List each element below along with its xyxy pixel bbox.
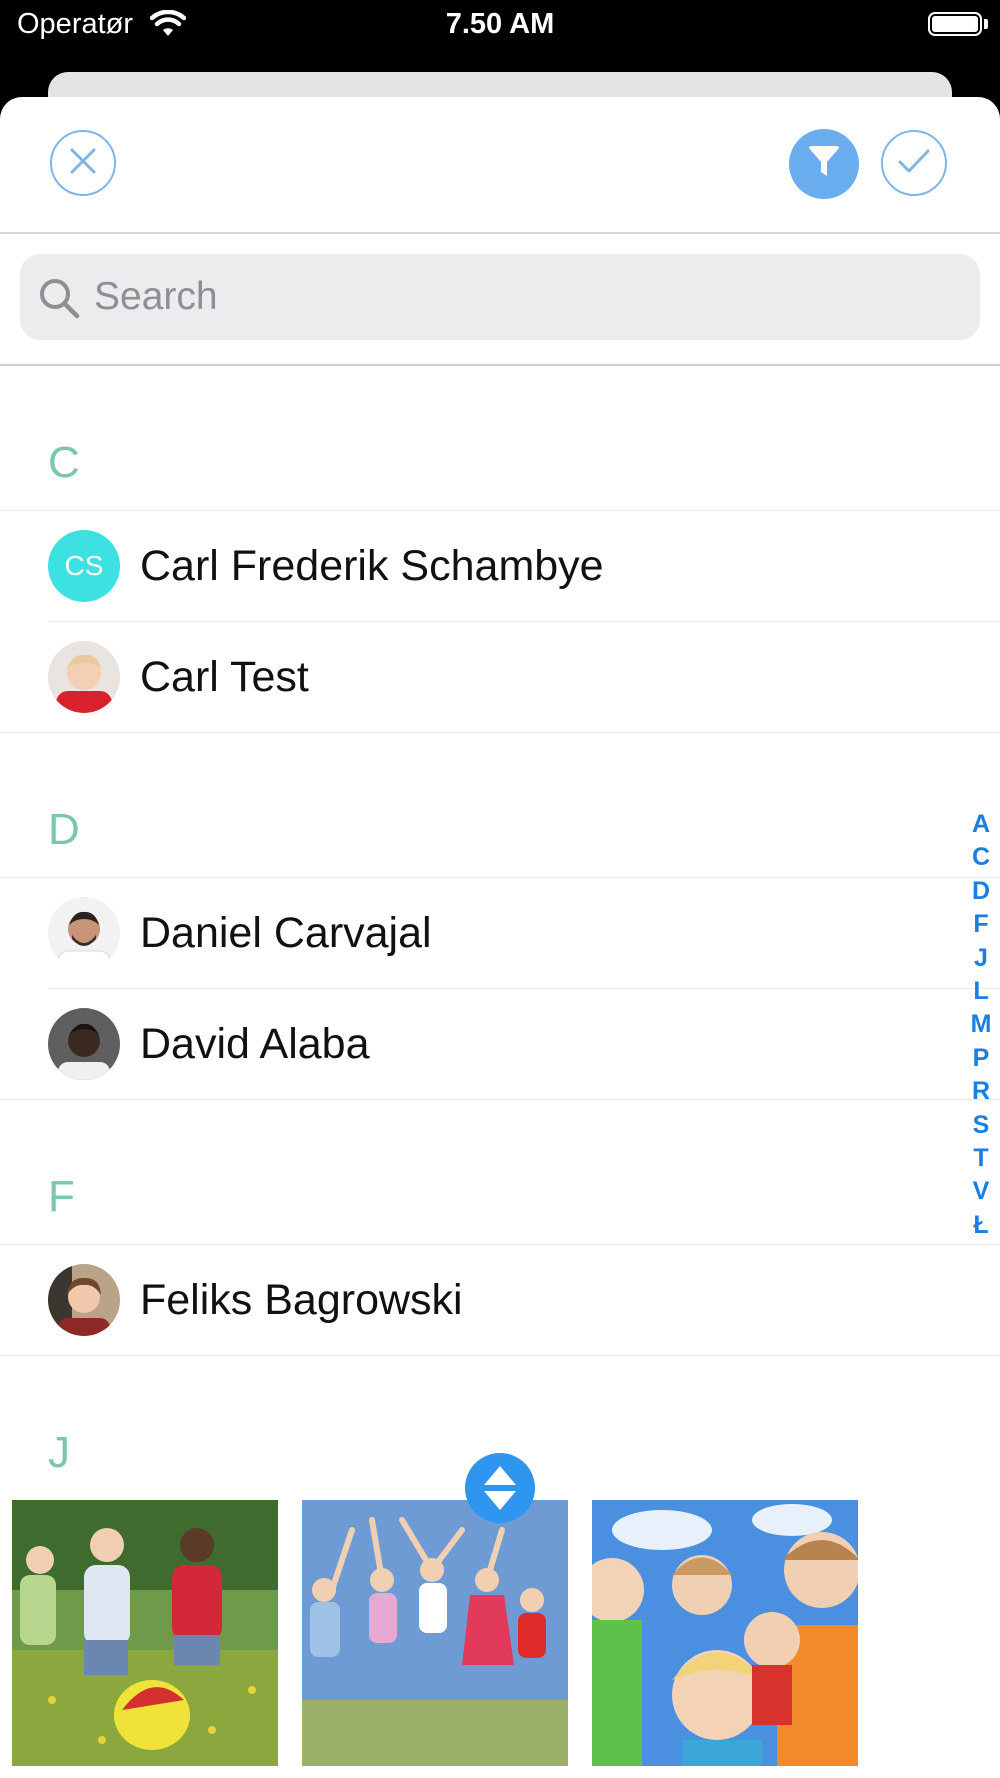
index-letter-v[interactable]: V (965, 1175, 997, 1208)
index-letter-t[interactable]: T (965, 1142, 997, 1175)
photo-thumbnail[interactable] (592, 1500, 858, 1766)
index-letter-l[interactable]: L (965, 975, 997, 1008)
section-letter: D (48, 805, 80, 854)
search-input[interactable] (94, 254, 954, 340)
section-letter: J (48, 1428, 70, 1477)
section-header-c: C (0, 366, 1000, 511)
index-letter-c[interactable]: C (965, 841, 997, 874)
avatar (48, 641, 120, 713)
contact-row[interactable]: David Alaba (0, 989, 1000, 1100)
search-icon (38, 277, 80, 324)
contact-name: David Alaba (140, 1020, 370, 1068)
contact-row[interactable]: Feliks Bagrowski (0, 1245, 1000, 1356)
contact-name: Feliks Bagrowski (140, 1276, 463, 1324)
section-header-d: D (0, 733, 1000, 878)
battery-nub (984, 19, 988, 29)
contact-row[interactable]: Carl Test (0, 622, 1000, 733)
search-bar (0, 234, 1000, 366)
index-letter-p[interactable]: P (965, 1042, 997, 1075)
avatar (48, 897, 120, 969)
contact-name: Carl Frederik Schambye (140, 542, 604, 590)
sheet-header (0, 97, 1000, 234)
index-letter-r[interactable]: R (965, 1075, 997, 1108)
clock: 7.50 AM (445, 8, 555, 40)
search-field[interactable] (20, 254, 980, 340)
section-letter: F (48, 1172, 75, 1221)
status-bar: Operatør 7.50 AM (0, 0, 1000, 60)
index-letter-d[interactable]: D (965, 875, 997, 908)
photo-thumbnail[interactable] (302, 1500, 568, 1766)
avatar (48, 1008, 120, 1080)
avatar: CS (48, 530, 120, 602)
contact-name: Daniel Carvajal (140, 909, 432, 957)
checkmark-icon (896, 146, 932, 181)
contact-name: Carl Test (140, 653, 309, 701)
contact-row[interactable]: Daniel Carvajal (0, 878, 1000, 989)
index-letter-a[interactable]: A (965, 808, 997, 841)
index-letter-f[interactable]: F (965, 908, 997, 941)
section-letter: C (48, 438, 80, 487)
done-button[interactable] (881, 130, 947, 196)
close-button[interactable] (50, 130, 116, 196)
drag-handle-button[interactable] (465, 1453, 535, 1523)
index-letter-j[interactable]: J (965, 942, 997, 975)
close-icon (68, 146, 98, 181)
filter-icon (806, 145, 842, 184)
up-down-arrows-icon (465, 1466, 535, 1527)
alphabet-index[interactable]: A C D F J L M P R S T V Ł (965, 808, 997, 1242)
section-header-f: F (0, 1100, 1000, 1245)
index-letter-m[interactable]: M (965, 1008, 997, 1041)
contact-list: C CS Carl Frederik Schambye Carl Test D (0, 366, 1000, 1500)
contact-row[interactable]: CS Carl Frederik Schambye (0, 511, 1000, 622)
avatar (48, 1264, 120, 1336)
index-letter-s[interactable]: S (965, 1109, 997, 1142)
filter-button[interactable] (789, 129, 859, 199)
index-letter-l-stroke[interactable]: Ł (965, 1209, 997, 1242)
photo-thumbnail[interactable] (12, 1500, 278, 1766)
battery-icon (928, 12, 982, 36)
